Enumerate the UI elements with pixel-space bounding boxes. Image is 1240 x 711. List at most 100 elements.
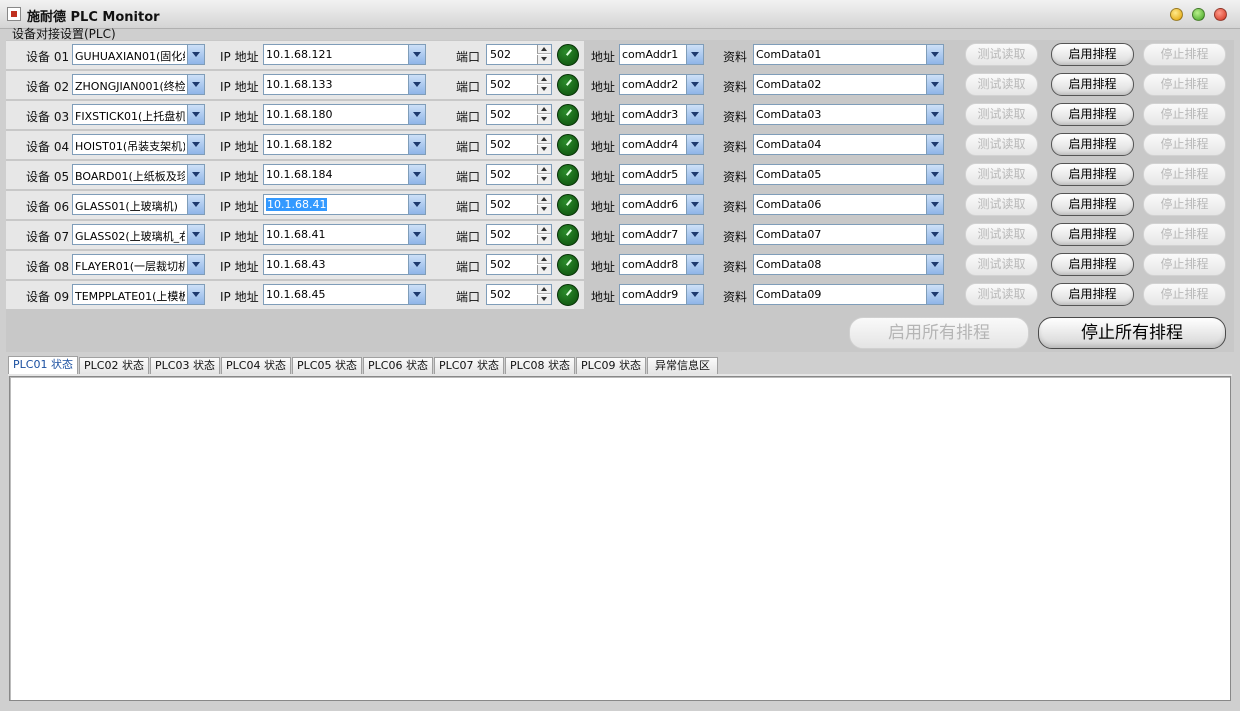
data-combo[interactable]: ComData06 [753, 194, 944, 215]
data-combo[interactable]: ComData05 [753, 164, 944, 185]
address-combo[interactable]: comAddr1 [619, 44, 704, 65]
port-stepper[interactable]: 502 [486, 254, 552, 275]
port-stepper[interactable]: 502 [486, 164, 552, 185]
tab-error-info[interactable]: 异常信息区 [647, 357, 718, 374]
chevron-down-icon[interactable] [686, 75, 703, 94]
chevron-down-icon[interactable] [926, 135, 943, 154]
chevron-down-icon[interactable] [926, 165, 943, 184]
spin-down-icon[interactable] [537, 55, 551, 64]
chevron-down-icon[interactable] [187, 195, 204, 214]
start-schedule-button[interactable]: 启用排程 [1051, 43, 1134, 66]
tab-plc05-status[interactable]: PLC05 状态 [292, 357, 362, 374]
status-tab-panel[interactable] [9, 376, 1231, 701]
data-combo[interactable]: ComData01 [753, 44, 944, 65]
port-stepper[interactable]: 502 [486, 224, 552, 245]
spin-up-icon[interactable] [537, 75, 551, 84]
spin-down-icon[interactable] [537, 85, 551, 94]
address-combo[interactable]: comAddr3 [619, 104, 704, 125]
chevron-down-icon[interactable] [686, 195, 703, 214]
port-stepper[interactable]: 502 [486, 74, 552, 95]
chevron-down-icon[interactable] [187, 135, 204, 154]
device-name-combo[interactable]: GLASS01(上玻璃机) [72, 194, 205, 215]
chevron-down-icon[interactable] [686, 45, 703, 64]
chevron-down-icon[interactable] [926, 105, 943, 124]
port-stepper[interactable]: 502 [486, 194, 552, 215]
chevron-down-icon[interactable] [408, 45, 425, 64]
start-schedule-button[interactable]: 启用排程 [1051, 253, 1134, 276]
tab-plc06-status[interactable]: PLC06 状态 [363, 357, 433, 374]
stop-schedule-button[interactable]: 停止排程 [1143, 223, 1226, 246]
stop-schedule-button[interactable]: 停止排程 [1143, 73, 1226, 96]
start-schedule-button[interactable]: 启用排程 [1051, 73, 1134, 96]
test-read-button[interactable]: 测试读取 [965, 73, 1038, 96]
ip-address-combo[interactable]: 10.1.68.184 [263, 164, 426, 185]
chevron-down-icon[interactable] [187, 45, 204, 64]
minimize-button[interactable] [1170, 8, 1183, 21]
spin-down-icon[interactable] [537, 115, 551, 124]
ip-address-combo[interactable]: 10.1.68.43 [263, 254, 426, 275]
spin-up-icon[interactable] [537, 45, 551, 54]
start-schedule-button[interactable]: 启用排程 [1051, 103, 1134, 126]
start-schedule-button[interactable]: 启用排程 [1051, 223, 1134, 246]
ip-address-combo[interactable]: 10.1.68.180 [263, 104, 426, 125]
ip-address-combo[interactable]: 10.1.68.133 [263, 74, 426, 95]
chevron-down-icon[interactable] [408, 105, 425, 124]
data-combo[interactable]: ComData09 [753, 284, 944, 305]
device-name-combo[interactable]: FIXSTICK01(上托盘机 [72, 104, 205, 125]
start-all-schedules-button[interactable]: 启用所有排程 [849, 317, 1029, 349]
title-bar[interactable]: 施耐德 PLC Monitor [0, 0, 1240, 29]
chevron-down-icon[interactable] [187, 255, 204, 274]
address-combo[interactable]: comAddr5 [619, 164, 704, 185]
tab-plc08-status[interactable]: PLC08 状态 [505, 357, 575, 374]
stop-schedule-button[interactable]: 停止排程 [1143, 193, 1226, 216]
port-stepper[interactable]: 502 [486, 134, 552, 155]
ip-address-combo[interactable]: 10.1.68.41 [263, 194, 426, 215]
start-schedule-button[interactable]: 启用排程 [1051, 133, 1134, 156]
chevron-down-icon[interactable] [686, 165, 703, 184]
address-combo[interactable]: comAddr8 [619, 254, 704, 275]
device-name-combo[interactable]: HOIST01(吊装支架机) [72, 134, 205, 155]
device-name-combo[interactable]: FLAYER01(一层裁切机 [72, 254, 205, 275]
port-stepper[interactable]: 502 [486, 284, 552, 305]
device-name-combo[interactable]: GUHUAXIAN01(固化线 [72, 44, 205, 65]
stop-all-schedules-button[interactable]: 停止所有排程 [1038, 317, 1226, 349]
chevron-down-icon[interactable] [187, 165, 204, 184]
test-read-button[interactable]: 测试读取 [965, 283, 1038, 306]
data-combo[interactable]: ComData02 [753, 74, 944, 95]
spin-up-icon[interactable] [537, 225, 551, 234]
data-combo[interactable]: ComData04 [753, 134, 944, 155]
spin-down-icon[interactable] [537, 265, 551, 274]
address-combo[interactable]: comAddr6 [619, 194, 704, 215]
spin-up-icon[interactable] [537, 105, 551, 114]
spin-up-icon[interactable] [537, 195, 551, 204]
spin-up-icon[interactable] [537, 135, 551, 144]
test-read-button[interactable]: 测试读取 [965, 253, 1038, 276]
data-combo[interactable]: ComData07 [753, 224, 944, 245]
tab-plc03-status[interactable]: PLC03 状态 [150, 357, 220, 374]
stop-schedule-button[interactable]: 停止排程 [1143, 103, 1226, 126]
spin-up-icon[interactable] [537, 165, 551, 174]
chevron-down-icon[interactable] [187, 105, 204, 124]
chevron-down-icon[interactable] [408, 255, 425, 274]
stop-schedule-button[interactable]: 停止排程 [1143, 133, 1226, 156]
device-name-combo[interactable]: BOARD01(上纸板及珍 [72, 164, 205, 185]
ip-address-combo[interactable]: 10.1.68.45 [263, 284, 426, 305]
tab-plc07-status[interactable]: PLC07 状态 [434, 357, 504, 374]
chevron-down-icon[interactable] [408, 75, 425, 94]
address-combo[interactable]: comAddr2 [619, 74, 704, 95]
spin-down-icon[interactable] [537, 175, 551, 184]
test-read-button[interactable]: 测试读取 [965, 103, 1038, 126]
port-stepper[interactable]: 502 [486, 104, 552, 125]
chevron-down-icon[interactable] [408, 285, 425, 304]
stop-schedule-button[interactable]: 停止排程 [1143, 283, 1226, 306]
chevron-down-icon[interactable] [187, 75, 204, 94]
test-read-button[interactable]: 测试读取 [965, 43, 1038, 66]
chevron-down-icon[interactable] [187, 285, 204, 304]
chevron-down-icon[interactable] [926, 75, 943, 94]
device-name-combo[interactable]: ZHONGJIAN001(终检) [72, 74, 205, 95]
tab-plc02-status[interactable]: PLC02 状态 [79, 357, 149, 374]
chevron-down-icon[interactable] [926, 285, 943, 304]
test-read-button[interactable]: 测试读取 [965, 163, 1038, 186]
ip-address-combo[interactable]: 10.1.68.121 [263, 44, 426, 65]
chevron-down-icon[interactable] [686, 105, 703, 124]
